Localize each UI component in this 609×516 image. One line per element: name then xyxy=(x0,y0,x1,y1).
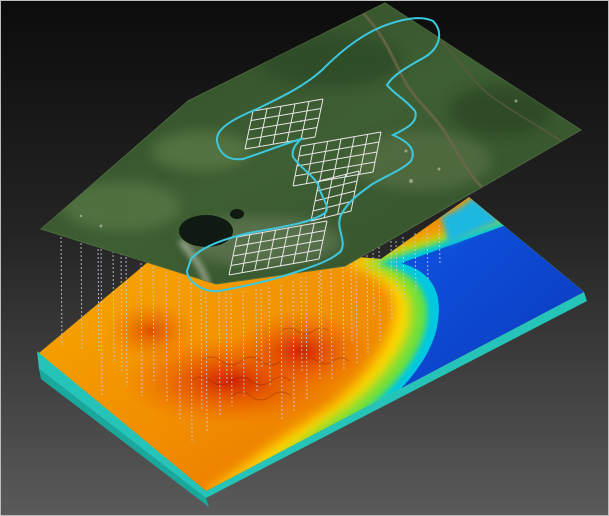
model-scene xyxy=(37,2,587,507)
lake xyxy=(179,215,233,247)
3d-viewport[interactable] xyxy=(0,0,609,516)
drillhole xyxy=(60,232,63,347)
